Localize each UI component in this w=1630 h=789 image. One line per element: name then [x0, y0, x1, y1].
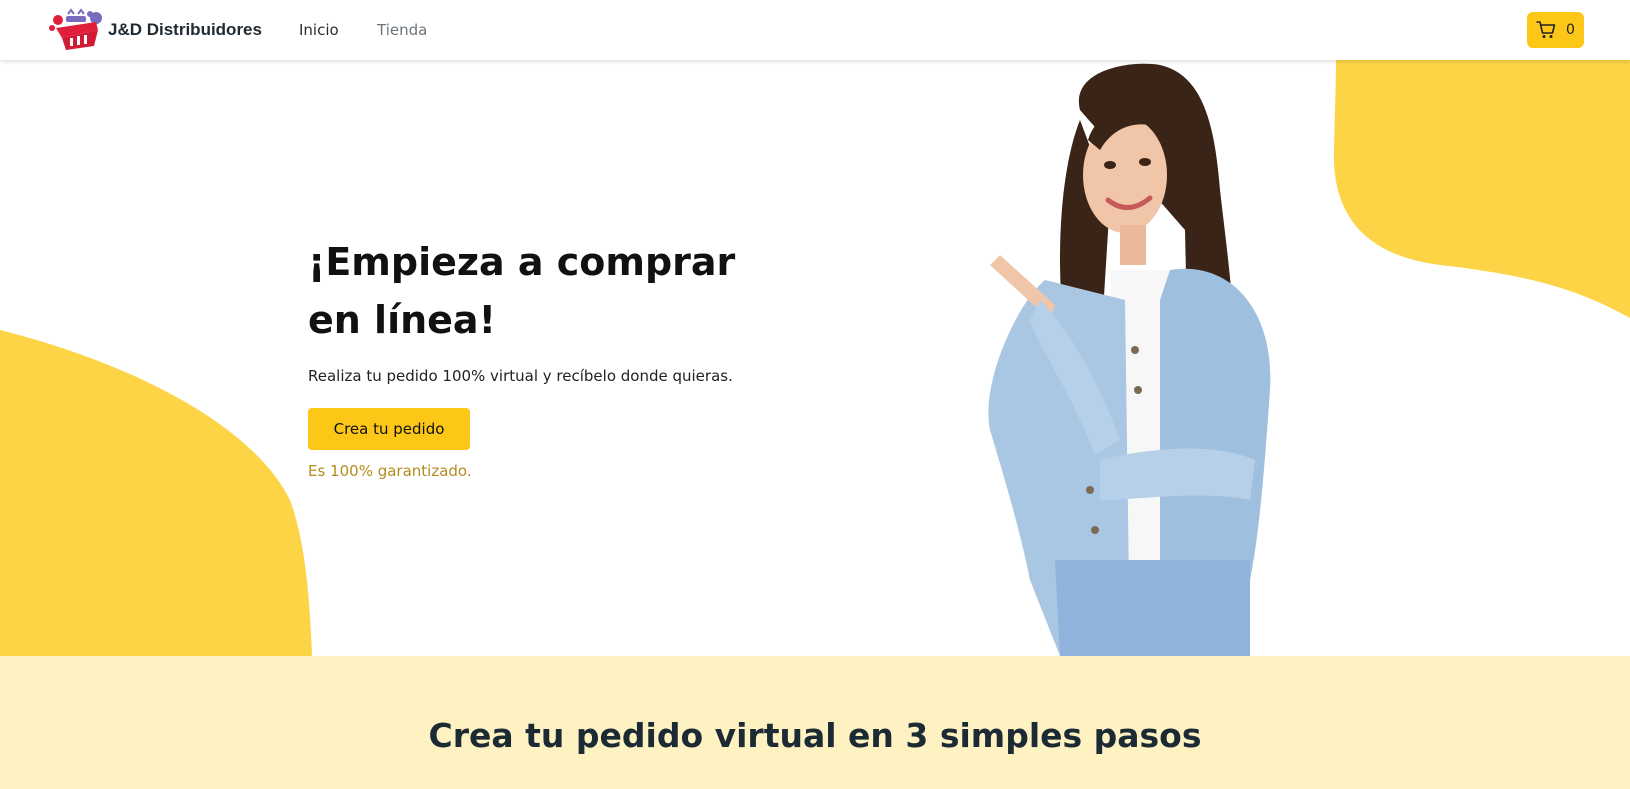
steps-section: Crea tu pedido virtual en 3 simples paso…: [0, 656, 1630, 789]
nav-link-tienda[interactable]: Tienda: [377, 21, 427, 39]
basket-logo-icon: [49, 8, 102, 50]
brand-link[interactable]: J&D Distribuidores: [46, 8, 262, 52]
hero-title: ¡Empieza a comprar en línea!: [308, 240, 736, 342]
cart-icon: [1536, 21, 1556, 38]
hero-section: ¡Empieza a comprar en línea! Realiza tu …: [0, 60, 1630, 656]
left-decorative-blob: [0, 330, 312, 656]
hero-subtitle: Realiza tu pedido 100% virtual y recíbel…: [308, 367, 733, 385]
brand-name: J&D Distribuidores: [108, 20, 262, 39]
hero-guarantee-note: Es 100% garantizado.: [308, 462, 472, 480]
hero-person-image: [988, 63, 1271, 656]
cart-count: 0: [1566, 22, 1575, 38]
nav-link-inicio[interactable]: Inicio: [299, 21, 339, 39]
right-decorative-blob: [1333, 60, 1630, 318]
steps-title: Crea tu pedido virtual en 3 simples paso…: [428, 716, 1202, 755]
cart-button[interactable]: 0: [1527, 12, 1584, 48]
create-order-button[interactable]: Crea tu pedido: [308, 408, 470, 450]
navbar: J&D Distribuidores Inicio Tienda 0: [0, 0, 1630, 60]
